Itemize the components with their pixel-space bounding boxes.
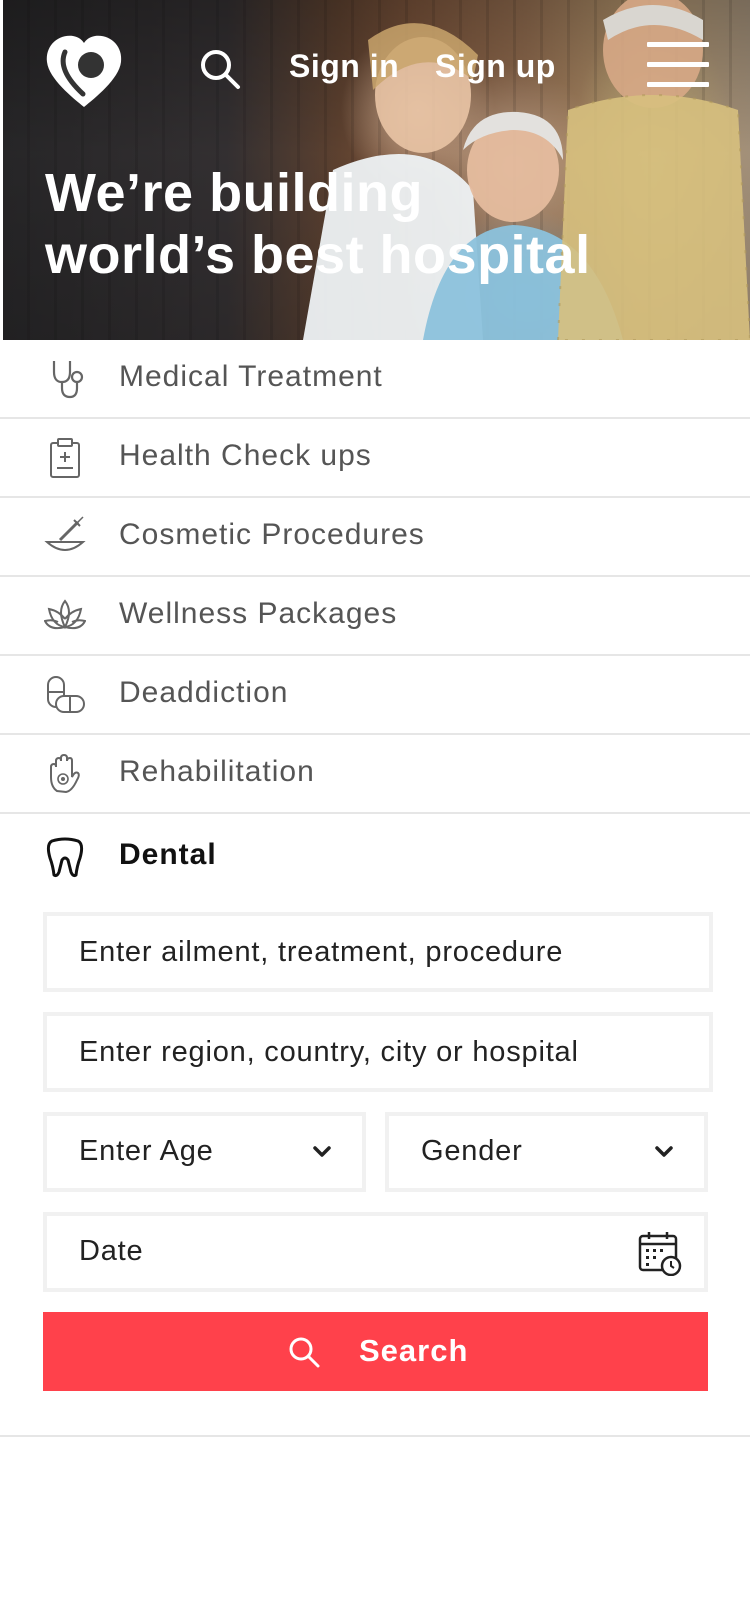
hero-title-line-1: We’re building [45, 163, 424, 223]
top-navigation: Sign in Sign up [3, 0, 750, 130]
search-icon [289, 1337, 320, 1368]
chevron-down-icon [313, 1146, 331, 1157]
pills-icon [47, 676, 85, 713]
hand-icon [50, 753, 80, 794]
hero-title: We’re building world’s best hospital [45, 162, 685, 286]
search-button-label: Search [359, 1333, 469, 1368]
ailment-input[interactable] [79, 916, 677, 988]
category-label: Medical Treatment [119, 360, 383, 393]
sign-in-link[interactable]: Sign in [289, 48, 399, 85]
syringe-bowl-icon [44, 516, 86, 551]
date-field-label: Date [79, 1235, 144, 1267]
date-picker-field[interactable]: Date [43, 1212, 708, 1292]
category-label: Health Check ups [119, 439, 372, 472]
category-label: Deaddiction [119, 676, 289, 709]
location-field[interactable] [43, 1012, 713, 1092]
age-select-label: Enter Age [79, 1135, 214, 1167]
category-item-deaddiction[interactable]: Deaddiction [0, 656, 750, 735]
gender-select[interactable]: Gender [385, 1112, 708, 1192]
location-input[interactable] [79, 1016, 677, 1088]
search-icon[interactable] [199, 48, 241, 90]
category-item-wellness-packages[interactable]: Wellness Packages [0, 577, 750, 656]
category-list: Medical Treatment Health Check ups Cosme… [0, 340, 750, 904]
hero-banner: Sign in Sign up We’re building world’s b… [3, 0, 750, 340]
location-pin-heart-logo[interactable] [43, 32, 125, 110]
hero-title-line-2: world’s best hospital [45, 225, 591, 285]
category-item-rehabilitation[interactable]: Rehabilitation [0, 735, 750, 814]
category-label: Cosmetic Procedures [119, 518, 425, 551]
clipboard-icon [50, 438, 80, 478]
category-item-cosmetic-procedures[interactable]: Cosmetic Procedures [0, 498, 750, 577]
chevron-down-icon [655, 1146, 673, 1157]
calendar-clock-icon[interactable] [638, 1230, 682, 1276]
category-item-health-check-ups[interactable]: Health Check ups [0, 419, 750, 498]
category-label: Rehabilitation [119, 755, 315, 788]
category-label: Wellness Packages [119, 597, 398, 630]
category-item-medical-treatment[interactable]: Medical Treatment [0, 340, 750, 419]
age-select[interactable]: Enter Age [43, 1112, 366, 1192]
category-label-active: Dental [119, 838, 217, 871]
category-item-dental[interactable]: Dental [0, 814, 750, 904]
hamburger-menu-icon[interactable] [647, 42, 709, 90]
tooth-icon [46, 837, 84, 878]
search-button[interactable]: Search [43, 1312, 708, 1391]
stethoscope-icon [52, 361, 84, 399]
gender-select-label: Gender [421, 1135, 523, 1167]
ailment-field[interactable] [43, 912, 713, 992]
lotus-icon [44, 599, 86, 630]
section-divider [0, 1435, 750, 1437]
sign-up-link[interactable]: Sign up [435, 48, 556, 85]
